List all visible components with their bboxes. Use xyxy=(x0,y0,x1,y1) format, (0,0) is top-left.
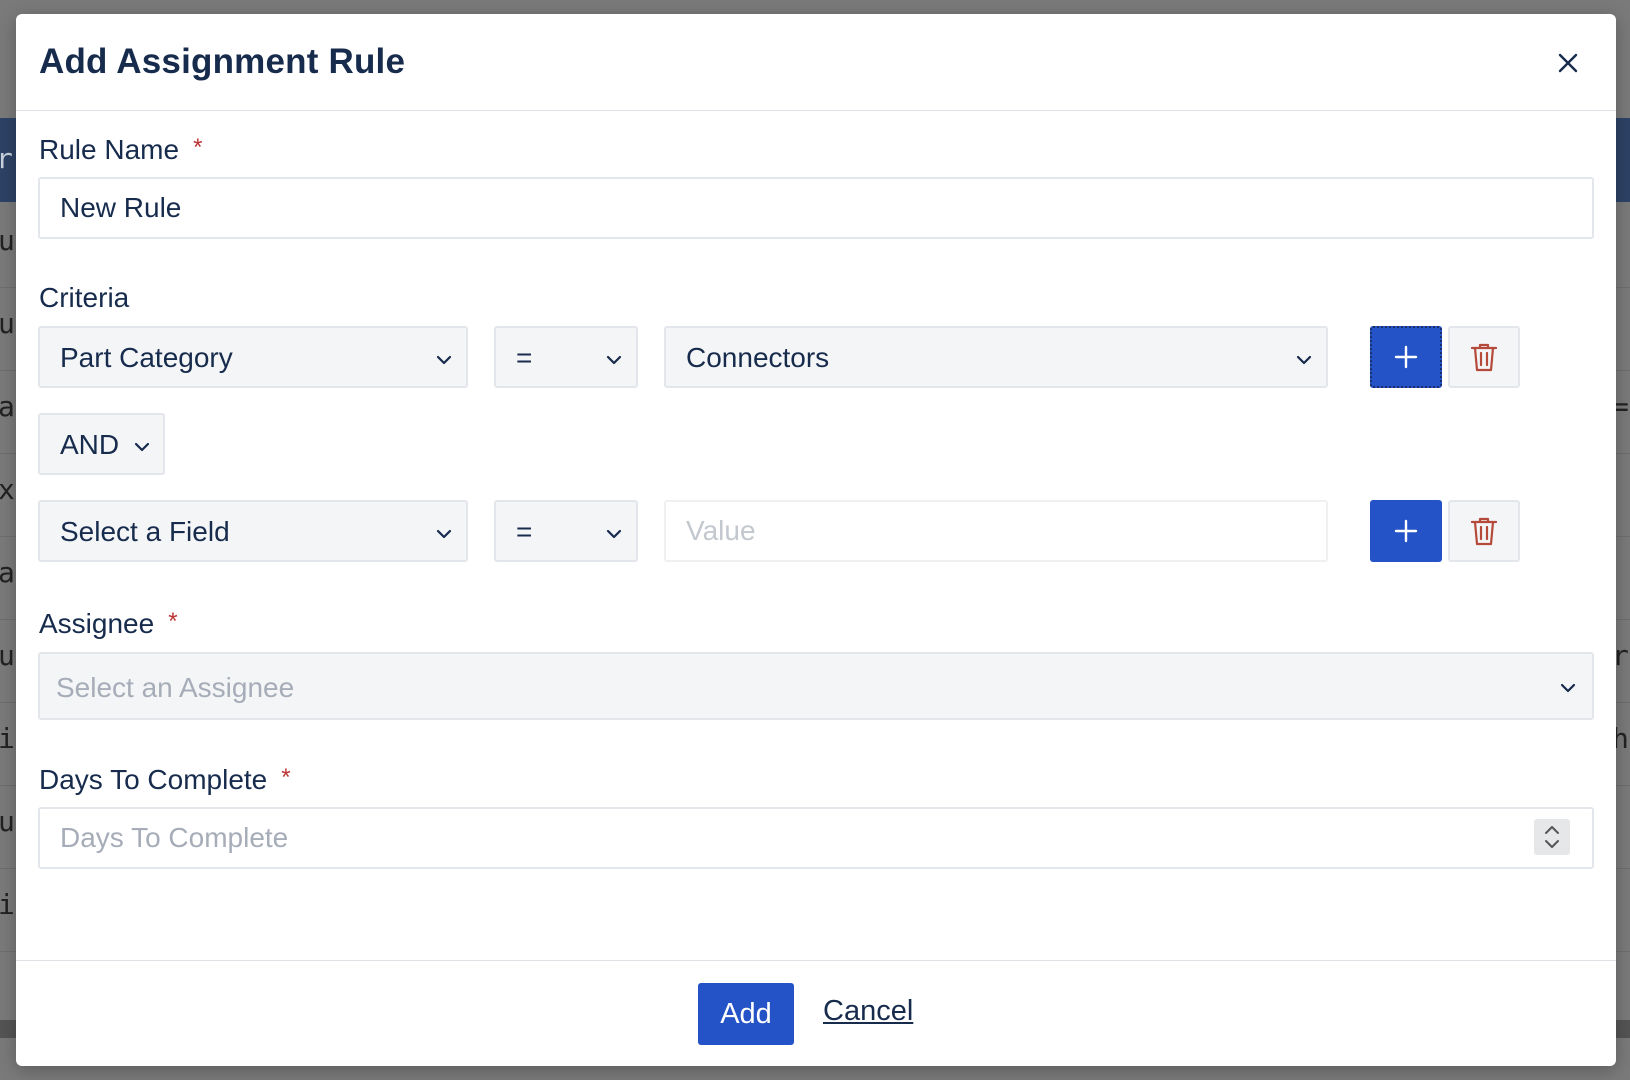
add-criteria-button[interactable] xyxy=(1370,500,1442,562)
delete-criteria-button[interactable] xyxy=(1448,500,1520,562)
days-to-complete-label-text: Days To Complete xyxy=(39,764,268,795)
delete-criteria-button[interactable] xyxy=(1448,326,1520,388)
modal-footer: Add Cancel xyxy=(16,960,1616,1066)
row-text: i xyxy=(0,888,15,921)
row-text: u xyxy=(0,805,15,838)
rule-name-input[interactable] xyxy=(38,177,1594,239)
required-marker: * xyxy=(281,764,291,791)
rule-name-label-text: Rule Name xyxy=(39,134,180,165)
criteria-field-value: Select a Field xyxy=(60,516,230,547)
row-text: i xyxy=(0,722,15,755)
chevron-down-icon xyxy=(436,529,452,539)
required-marker: * xyxy=(193,134,203,161)
days-to-complete-label: Days To Complete * xyxy=(39,764,291,796)
number-stepper[interactable] xyxy=(1534,819,1570,855)
conjunction-value: AND xyxy=(60,429,120,460)
plus-icon xyxy=(1394,519,1418,543)
close-button[interactable] xyxy=(1553,48,1583,78)
add-criteria-button[interactable] xyxy=(1370,326,1442,388)
rule-name-label: Rule Name * xyxy=(39,134,202,166)
days-to-complete-input[interactable] xyxy=(38,807,1594,869)
assignee-label: Assignee * xyxy=(39,608,178,640)
row-text: a xyxy=(0,390,15,423)
chevron-down-icon xyxy=(606,529,622,539)
required-marker: * xyxy=(168,608,178,635)
trash-icon xyxy=(1470,517,1498,546)
criteria-value-select[interactable]: Connectors xyxy=(664,326,1328,388)
stepper-arrows-icon xyxy=(1545,826,1559,848)
background-header-text: r xyxy=(0,142,13,175)
criteria-field-select[interactable]: Select a Field xyxy=(38,500,468,562)
row-text: u xyxy=(0,224,15,257)
criteria-operator-select[interactable]: = xyxy=(494,326,638,388)
trash-icon xyxy=(1470,343,1498,372)
chevron-down-icon xyxy=(606,355,622,365)
chevron-down-icon xyxy=(134,442,150,452)
chevron-down-icon xyxy=(436,355,452,365)
chevron-down-icon xyxy=(1560,683,1576,693)
criteria-value-input[interactable] xyxy=(664,500,1328,562)
criteria-operator-value: = xyxy=(516,342,533,373)
row-text: x xyxy=(0,473,15,506)
conjunction-select[interactable]: AND xyxy=(38,413,165,475)
row-text: u xyxy=(0,639,15,672)
cancel-link[interactable]: Cancel xyxy=(823,995,913,1028)
criteria-field-value: Part Category xyxy=(60,342,233,373)
add-assignment-rule-dialog: Add Assignment Rule Rule Name* Criteria … xyxy=(16,14,1616,1066)
row-text: u xyxy=(0,307,15,340)
criteria-value-value: Connectors xyxy=(686,342,830,373)
close-icon xyxy=(1558,53,1578,73)
criteria-operator-value: = xyxy=(516,516,533,547)
modal-header: Add Assignment Rule xyxy=(16,14,1616,111)
criteria-label: Criteria xyxy=(39,282,130,313)
modal-title: Add Assignment Rule xyxy=(39,42,406,81)
criteria-field-select[interactable]: Part Category xyxy=(38,326,468,388)
days-to-complete-field xyxy=(38,807,1594,869)
assignee-label-text: Assignee xyxy=(39,608,155,639)
chevron-down-icon xyxy=(1296,355,1312,365)
criteria-operator-select[interactable]: = xyxy=(494,500,638,562)
plus-icon xyxy=(1394,345,1418,369)
add-button[interactable]: Add xyxy=(698,983,794,1045)
assignee-placeholder: Select an Assignee xyxy=(56,672,295,703)
row-text: a xyxy=(0,556,15,589)
assignee-select[interactable]: Select an Assignee xyxy=(38,652,1594,720)
